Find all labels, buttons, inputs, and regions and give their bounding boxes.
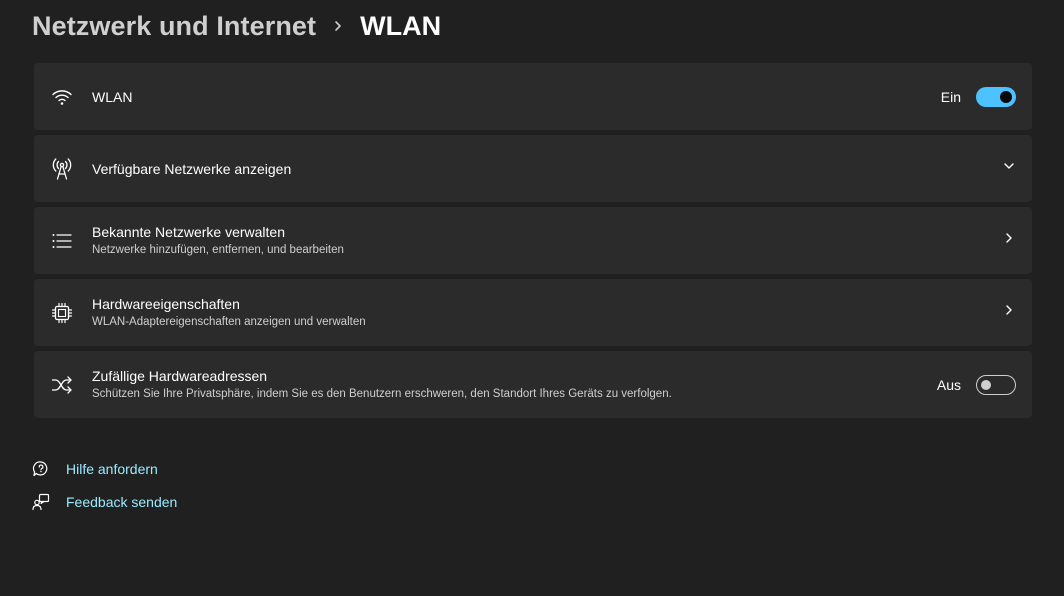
available-networks-card[interactable]: Verfügbare Netzwerke anzeigen	[34, 135, 1032, 202]
chevron-right-icon[interactable]	[1002, 303, 1016, 322]
hardware-properties-text: Hardwareeigenschaften WLAN-Adaptereigens…	[92, 279, 366, 346]
feedback-link-row[interactable]: Feedback senden	[32, 491, 177, 513]
page-title: WLAN	[360, 10, 442, 41]
random-hardware-addresses-toggle[interactable]	[976, 374, 1016, 395]
settings-list: WLAN Ein Verfügbare Netzwerke anzeigen B…	[34, 63, 1032, 423]
feedback-link[interactable]: Feedback senden	[66, 494, 177, 510]
known-networks-title: Bekannte Netzwerke verwalten	[92, 224, 285, 240]
known-networks-subtitle: Netzwerke hinzufügen, entfernen, und bea…	[92, 244, 344, 256]
toggle-knob	[1000, 90, 1012, 103]
hardware-properties-subtitle: WLAN-Adaptereigenschaften anzeigen und v…	[92, 316, 366, 328]
help-chat-icon	[32, 460, 50, 478]
random-hardware-addresses-state-label: Aus	[936, 376, 961, 393]
known-networks-text: Bekannte Netzwerke verwalten Netzwerke h…	[92, 207, 344, 274]
available-networks-text: Verfügbare Netzwerke anzeigen	[92, 135, 291, 202]
footer-links: Hilfe anfordern Feedback senden	[32, 458, 177, 524]
hardware-properties-title: Hardwareeigenschaften	[92, 296, 240, 312]
chip-icon	[50, 279, 74, 346]
chevron-right-icon	[316, 8, 360, 44]
settings-page: Netzwerk und Internet WLAN WLAN Ein Verf…	[0, 0, 1064, 596]
available-networks-title: Verfügbare Netzwerke anzeigen	[92, 160, 292, 177]
random-hardware-addresses-title: Zufällige Hardwareadressen	[92, 368, 268, 384]
shuffle-icon	[50, 351, 74, 418]
known-networks-control	[1002, 207, 1016, 274]
chevron-down-icon[interactable]	[1002, 159, 1016, 178]
breadcrumb: Netzwerk und Internet WLAN	[32, 8, 441, 44]
wlan-title: WLAN	[92, 88, 133, 105]
random-hardware-addresses-control: Aus	[937, 351, 1016, 418]
help-link[interactable]: Hilfe anfordern	[66, 461, 158, 477]
antenna-icon	[50, 135, 74, 202]
hardware-properties-control	[1002, 279, 1016, 346]
help-link-row[interactable]: Hilfe anfordern	[32, 458, 177, 480]
random-hardware-addresses-text: Zufällige Hardwareadressen Schützen Sie …	[92, 351, 672, 418]
known-networks-card[interactable]: Bekannte Netzwerke verwalten Netzwerke h…	[34, 207, 1032, 274]
wlan-toggle[interactable]	[976, 86, 1016, 107]
wlan-text: WLAN	[92, 63, 132, 130]
chevron-right-icon[interactable]	[1002, 231, 1016, 250]
wifi-icon	[50, 63, 74, 130]
wlan-card[interactable]: WLAN Ein	[34, 63, 1032, 130]
random-hardware-addresses-card[interactable]: Zufällige Hardwareadressen Schützen Sie …	[34, 351, 1032, 418]
wlan-control: Ein	[941, 63, 1016, 130]
list-icon	[50, 207, 74, 274]
hardware-properties-card[interactable]: Hardwareeigenschaften WLAN-Adaptereigens…	[34, 279, 1032, 346]
feedback-icon	[32, 493, 50, 511]
breadcrumb-parent[interactable]: Netzwerk und Internet	[32, 11, 316, 42]
available-networks-control	[1002, 135, 1016, 202]
wlan-state-label: Ein	[940, 88, 961, 105]
toggle-knob	[981, 379, 991, 390]
random-hardware-addresses-subtitle: Schützen Sie Ihre Privatsphäre, indem Si…	[92, 388, 672, 400]
